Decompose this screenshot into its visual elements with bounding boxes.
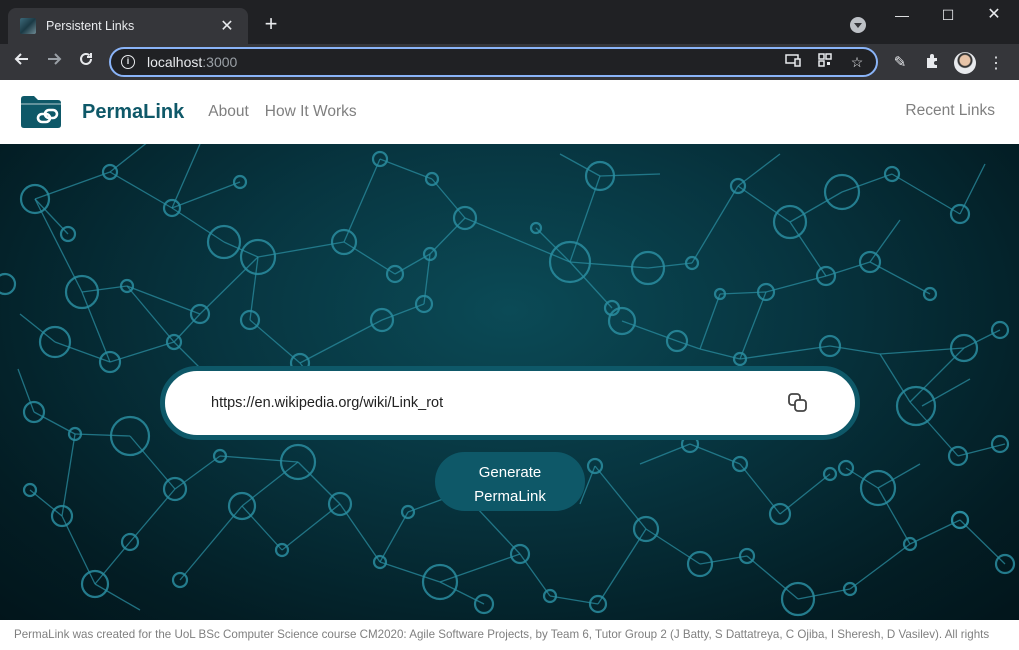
bookmark-star-icon[interactable]: ☆ (848, 53, 866, 71)
generate-permalink-button[interactable]: Generate PermaLink (435, 452, 585, 511)
url-input-container (160, 366, 860, 440)
nav-link-about[interactable]: About (208, 103, 249, 121)
minimize-button[interactable]: — (882, 4, 922, 28)
maximize-button[interactable]: ☐ (928, 4, 968, 28)
reload-icon[interactable] (74, 50, 98, 74)
nav-link-recent-links[interactable]: Recent Links (905, 102, 995, 120)
info-icon[interactable]: i (121, 55, 135, 69)
generate-label-line1: Generate (478, 463, 542, 481)
more-menu-icon[interactable]: ⋮ (988, 53, 1004, 73)
copy-icon[interactable] (786, 391, 810, 415)
close-window-button[interactable]: ✕ (974, 4, 1014, 28)
footer-text: PermaLink was created for the UoL BSc Co… (14, 628, 990, 641)
generate-label-line2: PermaLink (474, 487, 546, 505)
profile-avatar[interactable] (954, 52, 976, 74)
tab-title: Persistent Links (46, 19, 135, 33)
brand-name[interactable]: PermaLink (82, 101, 184, 124)
browser-tab[interactable]: Persistent Links ✕ (8, 8, 248, 44)
site-footer: PermaLink was created for the UoL BSc Co… (0, 620, 1019, 650)
cast-icon[interactable] (784, 53, 802, 71)
folder-link-logo-icon[interactable] (20, 95, 62, 129)
tab-close-icon[interactable]: ✕ (218, 16, 236, 36)
nav-link-how-it-works[interactable]: How It Works (265, 103, 357, 121)
url-input[interactable] (211, 395, 786, 411)
favicon-icon (20, 18, 36, 34)
new-tab-button[interactable]: + (258, 12, 284, 38)
browser-toolbar: i localhost:3000 ☆ ✎ ⋮ (0, 44, 1019, 80)
browser-tab-bar: Persistent Links ✕ + — ☐ ✕ (0, 0, 1019, 44)
url-port: :3000 (202, 54, 238, 70)
address-bar[interactable]: i localhost:3000 ☆ (109, 47, 878, 77)
url-host: localhost (147, 54, 203, 70)
back-arrow-icon[interactable] (10, 50, 34, 74)
site-header: PermaLink About How It Works Recent Link… (0, 80, 1019, 144)
qr-code-icon[interactable] (816, 53, 834, 71)
hero-section: Generate PermaLink (0, 144, 1019, 620)
edit-pen-icon[interactable]: ✎ (890, 53, 910, 73)
tab-search-icon[interactable] (850, 17, 866, 33)
forward-arrow-icon[interactable] (42, 50, 66, 74)
extensions-icon[interactable] (922, 53, 942, 73)
